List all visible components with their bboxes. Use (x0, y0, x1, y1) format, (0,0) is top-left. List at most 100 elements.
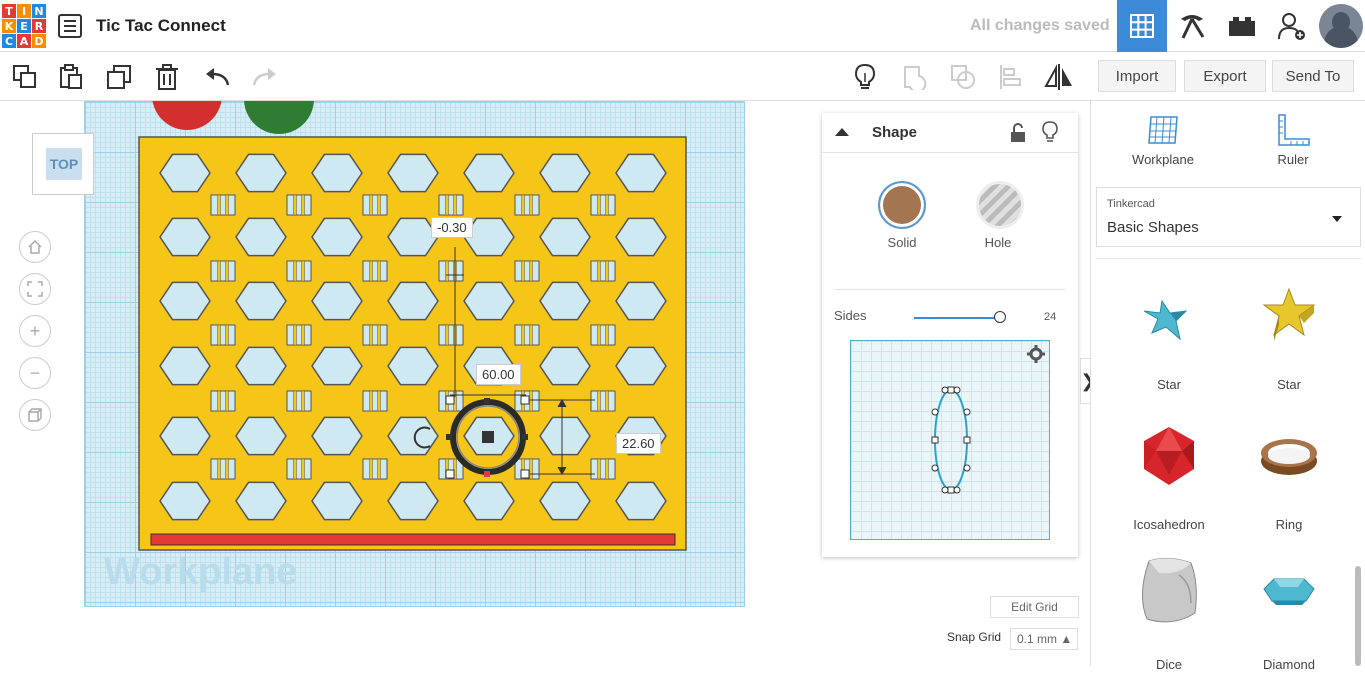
shape-item-star[interactable]: Star (1109, 271, 1229, 401)
gear-icon[interactable] (1027, 345, 1045, 363)
3d-design-view-button[interactable] (1117, 0, 1167, 52)
red-game-piece[interactable] (152, 101, 222, 130)
divider-slot[interactable] (362, 390, 388, 412)
design-menu-button[interactable] (58, 14, 82, 38)
logo-letter: D (32, 34, 46, 48)
divider-slot[interactable] (286, 458, 312, 480)
center-handle[interactable] (482, 431, 494, 443)
shapes-scrollbar[interactable] (1355, 566, 1361, 666)
home-view-button[interactable] (19, 231, 51, 263)
view-cube-face[interactable]: TOP (46, 148, 82, 180)
collapse-up-icon[interactable] (834, 127, 850, 137)
design-title[interactable]: Tic Tac Connect (96, 16, 226, 36)
minecraft-view-button[interactable] (1167, 0, 1217, 52)
view-cube[interactable]: TOP (32, 133, 94, 195)
divider-slot[interactable] (514, 260, 540, 282)
shape-item-star-gold[interactable]: Star (1229, 271, 1349, 401)
invite-user-button[interactable] (1267, 0, 1317, 52)
hole-swatch[interactable] (976, 181, 1024, 229)
divider-slot[interactable] (590, 390, 616, 412)
divider-slot[interactable] (210, 458, 236, 480)
zoom-in-button[interactable]: + (19, 315, 51, 347)
snap-grid-select[interactable]: 0.1 mm ▲ (1010, 628, 1078, 650)
corner-handle[interactable] (445, 469, 455, 479)
divider-slot[interactable] (362, 260, 388, 282)
edit-grid-button[interactable]: Edit Grid (990, 596, 1079, 618)
sides-slider-knob[interactable] (994, 311, 1006, 323)
import-button[interactable]: Import (1098, 60, 1176, 92)
icosahedron-icon (1144, 427, 1194, 485)
redo-button[interactable] (250, 62, 280, 92)
solid-label: Solid (887, 235, 917, 250)
divider-slot[interactable] (362, 194, 388, 216)
mirror-button[interactable] (1044, 62, 1074, 92)
group-button[interactable] (900, 62, 930, 92)
edge-handle[interactable] (484, 398, 490, 404)
green-game-piece[interactable] (244, 101, 314, 134)
shape-label: Diamond (1262, 657, 1316, 672)
divider-slot[interactable] (514, 194, 540, 216)
divider-slot[interactable] (362, 458, 388, 480)
divider-slot[interactable] (590, 194, 616, 216)
paste-button[interactable] (56, 62, 86, 92)
bricks-view-button[interactable] (1217, 0, 1267, 52)
dimension-height-input[interactable]: 22.60 (616, 433, 661, 454)
send-to-button[interactable]: Send To (1272, 60, 1354, 92)
sides-slider-track[interactable] (914, 317, 1000, 319)
lightbulb-icon[interactable] (1042, 121, 1058, 143)
unlock-icon[interactable] (1010, 123, 1026, 143)
tinkercad-logo[interactable]: TIN KER CAD (2, 4, 46, 48)
perspective-button[interactable] (19, 399, 51, 431)
divider-slot[interactable] (362, 324, 388, 346)
divider-slot[interactable] (286, 260, 312, 282)
zoom-out-button[interactable]: − (19, 357, 51, 389)
edge-handle[interactable] (484, 471, 490, 477)
divider-slot[interactable] (210, 194, 236, 216)
corner-handle[interactable] (520, 469, 530, 479)
edge-handle[interactable] (522, 434, 528, 440)
divider-slot[interactable] (438, 194, 464, 216)
edit-toolbar: Import Export Send To (0, 52, 1365, 101)
snap-grid-label: Snap Grid (947, 630, 1002, 644)
shape-item-icosahedron[interactable]: Icosahedron (1109, 411, 1229, 541)
copy-button[interactable] (10, 62, 40, 92)
ungroup-button[interactable] (948, 62, 978, 92)
divider-slot[interactable] (286, 194, 312, 216)
workplane-tool-label: Workplane (1132, 152, 1194, 167)
divider-slot[interactable] (438, 324, 464, 346)
dimension-width-input[interactable]: 60.00 (476, 364, 521, 385)
shape-library-dropdown[interactable]: Tinkercad Basic Shapes (1096, 187, 1361, 247)
divider-slot[interactable] (590, 324, 616, 346)
edge-handle[interactable] (446, 434, 452, 440)
ruler-tool[interactable]: Ruler (1243, 113, 1343, 167)
divider-slot[interactable] (590, 260, 616, 282)
divider-slot[interactable] (590, 458, 616, 480)
grid-icon (1130, 14, 1154, 38)
workplane-tool[interactable]: Workplane (1113, 113, 1213, 167)
divider-slot[interactable] (514, 324, 540, 346)
brick-icon (1229, 17, 1255, 36)
divider-slot[interactable] (210, 324, 236, 346)
export-button[interactable]: Export (1184, 60, 1266, 92)
solid-color-swatch[interactable] (878, 181, 926, 229)
divider-slot[interactable] (210, 260, 236, 282)
dimension-offset-input[interactable]: -0.30 (431, 217, 473, 238)
corner-handle[interactable] (445, 395, 455, 405)
divider-slot[interactable] (438, 260, 464, 282)
fit-view-button[interactable] (19, 273, 51, 305)
align-button[interactable] (996, 62, 1026, 92)
scene-svg[interactable] (0, 101, 745, 607)
shape-item-diamond[interactable]: Diamond (1229, 551, 1349, 681)
user-avatar[interactable] (1319, 4, 1363, 48)
divider-slot[interactable] (286, 390, 312, 412)
undo-button[interactable] (202, 62, 232, 92)
shape-item-dice[interactable]: Dice (1109, 551, 1229, 681)
notes-button[interactable] (850, 62, 880, 92)
divider-slot[interactable] (286, 324, 312, 346)
corner-handle[interactable] (520, 395, 530, 405)
divider-slot[interactable] (210, 390, 236, 412)
shape-item-ring[interactable]: Ring (1229, 411, 1349, 541)
delete-button[interactable] (152, 62, 182, 92)
duplicate-button[interactable] (104, 62, 134, 92)
board-red-bar[interactable] (150, 533, 676, 546)
